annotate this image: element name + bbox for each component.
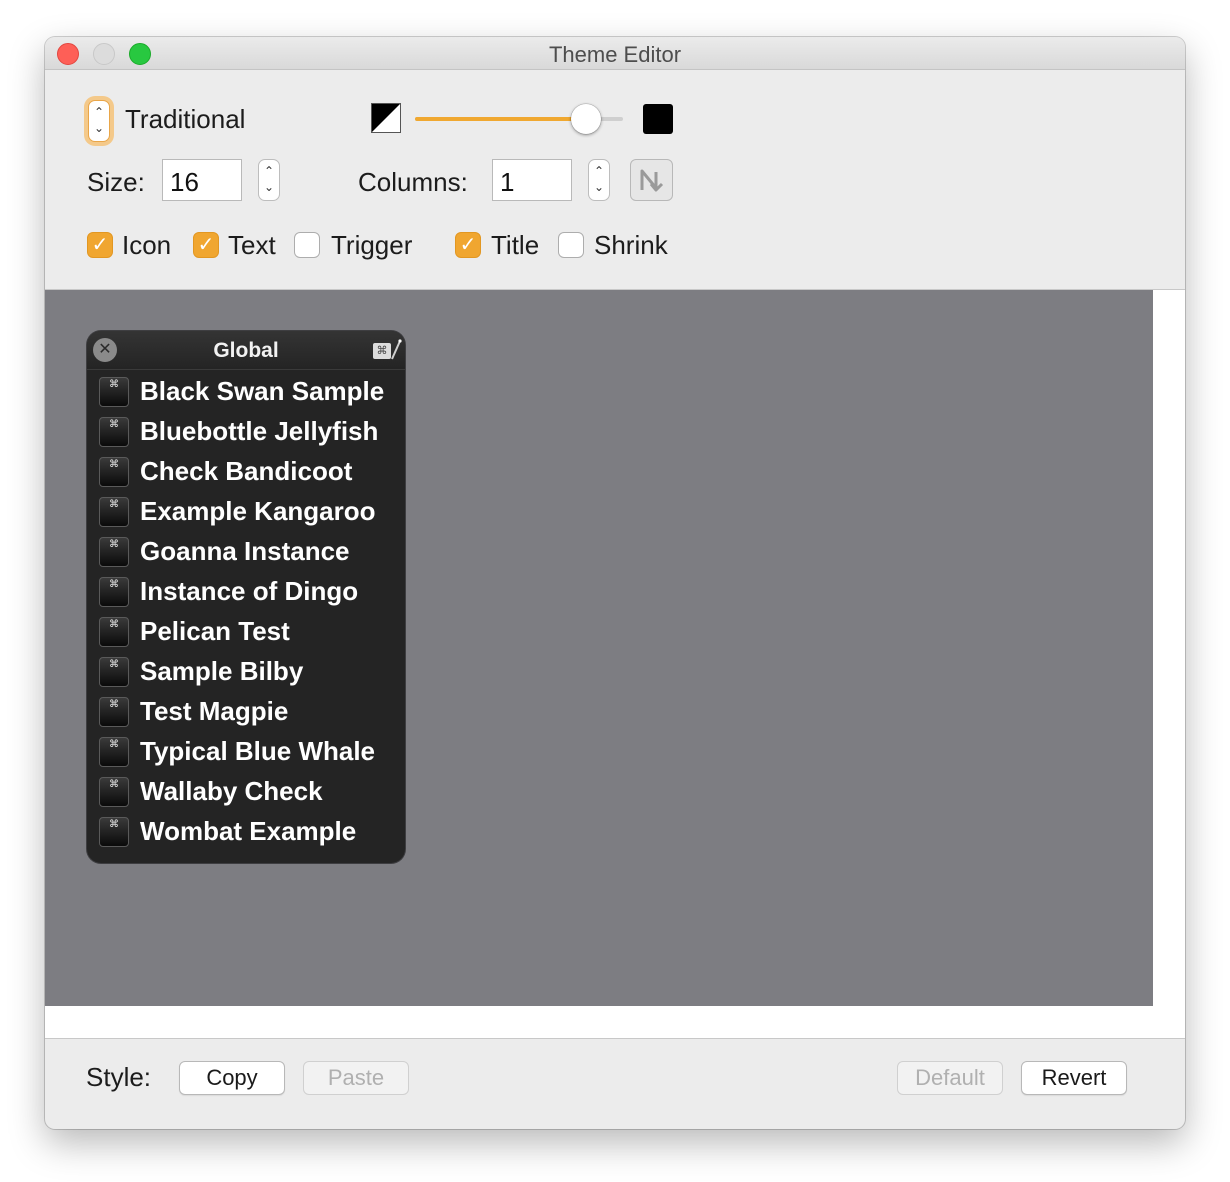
palette-item[interactable]: ⌘ Typical Blue Whale <box>87 731 405 771</box>
palette-item-label: Example Kangaroo <box>140 496 376 526</box>
default-button[interactable]: Default <box>897 1061 1003 1095</box>
black-swatch-icon <box>643 104 673 134</box>
title-checkbox-label: Title <box>491 230 540 260</box>
palette-title: Global <box>213 339 279 362</box>
title-bar: Theme Editor <box>45 37 1185 70</box>
chevron-up-icon: ⌃ <box>593 164 605 178</box>
palette-item[interactable]: ⌘ Goanna Instance <box>87 531 405 571</box>
palette-item[interactable]: ⌘ Check Bandicoot <box>87 451 405 491</box>
command-key-icon: ⌘ <box>99 777 129 807</box>
command-key-icon: ⌘ <box>99 617 129 647</box>
palette-item[interactable]: ⌘ Pelican Test <box>87 611 405 651</box>
chevron-up-icon: ⌃ <box>93 105 105 119</box>
preview-area: ✕ Global ⌘ ⌘ Black Swan Sample ⌘ Bluebot… <box>45 289 1185 1039</box>
palette-item[interactable]: ⌘ Wombat Example <box>87 811 405 851</box>
palette-item-label: Wallaby Check <box>140 776 323 806</box>
palette-item-label: Wombat Example <box>140 816 357 846</box>
columns-label: Columns: <box>358 167 468 197</box>
icon-checkbox[interactable]: ✓ <box>87 232 113 258</box>
palette-item-label: Test Magpie <box>140 696 289 726</box>
opacity-slider-knob[interactable] <box>570 104 601 134</box>
command-key-icon: ⌘ <box>99 457 129 487</box>
zigzag-arrow-icon <box>640 169 663 192</box>
half-black-white-swatch-icon <box>371 103 401 133</box>
command-key-icon: ⌘ <box>99 697 129 727</box>
size-stepper[interactable]: ⌃ ⌄ <box>258 159 280 201</box>
command-key-icon: ⌘ <box>99 497 129 527</box>
palette-item-label: Black Swan Sample <box>140 376 385 406</box>
theme-name-label: Traditional <box>125 104 246 134</box>
command-key-icon: ⌘ <box>99 577 129 607</box>
style-label: Style: <box>86 1062 152 1092</box>
palette-item-label: Pelican Test <box>140 616 290 646</box>
palette-item-label: Typical Blue Whale <box>140 736 376 766</box>
macro-palette[interactable]: ✕ Global ⌘ ⌘ Black Swan Sample ⌘ Bluebot… <box>87 331 405 863</box>
command-key-icon: ⌘ <box>99 537 129 567</box>
arrange-button[interactable] <box>630 159 673 201</box>
chevron-up-icon: ⌃ <box>263 164 275 178</box>
command-key-icon: ⌘ <box>99 657 129 687</box>
palette-header: ✕ Global ⌘ <box>87 331 405 370</box>
palette-item-label: Goanna Instance <box>140 536 350 566</box>
text-checkbox[interactable]: ✓ <box>193 232 219 258</box>
title-checkbox[interactable]: ✓ <box>455 232 481 258</box>
text-checkbox-label: Text <box>228 230 276 260</box>
size-label: Size: <box>87 167 145 197</box>
columns-input[interactable]: 1 <box>492 159 572 201</box>
paste-button[interactable]: Paste <box>303 1061 409 1095</box>
shrink-checkbox[interactable] <box>558 232 584 258</box>
preview-canvas: ✕ Global ⌘ ⌘ Black Swan Sample ⌘ Bluebot… <box>45 290 1153 1006</box>
palette-item-label: Bluebottle Jellyfish <box>140 416 379 446</box>
palette-item[interactable]: ⌘ Bluebottle Jellyfish <box>87 411 405 451</box>
palette-item-label: Sample Bilby <box>140 656 304 686</box>
palette-item[interactable]: ⌘ Example Kangaroo <box>87 491 405 531</box>
window-title: Theme Editor <box>548 42 682 67</box>
palette-item[interactable]: ⌘ Wallaby Check <box>87 771 405 811</box>
copy-button[interactable]: Copy <box>179 1061 285 1095</box>
palette-item-label: Check Bandicoot <box>140 456 353 486</box>
trigger-checkbox-label: Trigger <box>331 230 413 260</box>
command-key-icon: ⌘ <box>99 817 129 847</box>
chevron-down-icon: ⌄ <box>263 180 275 194</box>
command-key-icon: ⌘ <box>99 417 129 447</box>
shrink-checkbox-label: Shrink <box>594 230 668 260</box>
command-key-icon: ⌘ <box>99 737 129 767</box>
revert-button[interactable]: Revert <box>1021 1061 1127 1095</box>
theme-editor-window: Theme Editor ⌃ ⌄ Traditional Size: 16 ⌃ … <box>45 37 1185 1129</box>
size-input[interactable]: 16 <box>162 159 242 201</box>
chevron-down-icon: ⌄ <box>593 180 605 194</box>
theme-stepper[interactable]: ⌃ ⌄ <box>88 100 110 142</box>
palette-item[interactable]: ⌘ Sample Bilby <box>87 651 405 691</box>
palette-item[interactable]: ⌘ Test Magpie <box>87 691 405 731</box>
command-key-icon: ⌘ <box>99 377 129 407</box>
trigger-checkbox[interactable] <box>294 232 320 258</box>
palette-item[interactable]: ⌘ Black Swan Sample <box>87 371 405 411</box>
icon-checkbox-label: Icon <box>122 230 172 260</box>
palette-item[interactable]: ⌘ Instance of Dingo <box>87 571 405 611</box>
opacity-slider-fill <box>415 117 586 121</box>
wand-icon <box>391 339 402 360</box>
chevron-down-icon: ⌄ <box>93 121 105 135</box>
palette-item-label: Instance of Dingo <box>140 576 359 606</box>
columns-stepper[interactable]: ⌃ ⌄ <box>588 159 610 201</box>
